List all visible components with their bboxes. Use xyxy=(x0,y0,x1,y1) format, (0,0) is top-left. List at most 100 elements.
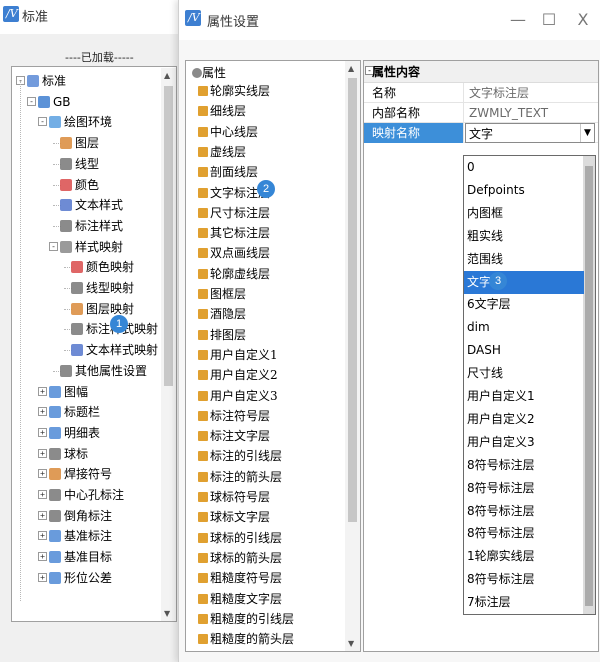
expand-toggle-icon[interactable]: + xyxy=(38,510,47,520)
layer-list-scrollbar[interactable]: ▲ ▼ xyxy=(345,61,360,651)
tree-item[interactable]: + 中心孔标注 xyxy=(12,485,160,505)
tree-item[interactable]: 文本样式映射 xyxy=(12,340,160,360)
dropdown-option[interactable]: 8符号标注层 xyxy=(464,454,584,478)
dropdown-option[interactable]: 用户自定义3 xyxy=(464,431,584,455)
tree-item[interactable]: + 形位公差 xyxy=(12,568,160,588)
scroll-down-icon[interactable]: ▼ xyxy=(348,639,354,648)
expand-toggle-icon[interactable]: + xyxy=(38,469,47,479)
tree-item-label: 线型映射 xyxy=(86,281,135,295)
standards-tree[interactable]: ▲ ▼ - 标准 - GB - 绘图环境 图层 线型 颜色文本样式标注样式 - 样式映射 颜色映射线型… xyxy=(11,66,177,622)
standards-title-bar[interactable]: /V 标准 xyxy=(0,0,192,34)
tree-item[interactable]: + 明细表 xyxy=(12,423,160,443)
tree-item[interactable]: 标注样式 xyxy=(12,216,160,236)
bom-icon xyxy=(49,426,61,439)
text-style-icon xyxy=(60,199,72,212)
dropdown-option[interactable]: DASH xyxy=(464,339,584,363)
expand-toggle-icon[interactable]: + xyxy=(38,490,47,499)
tree-item[interactable]: + 球标 xyxy=(12,444,160,464)
layer-list[interactable]: ▲ ▼ 属性 轮廓实线层 细线层 中心线层 虚线层 剖面线层 文字标注层 尺寸标注层 其它标注层… xyxy=(185,60,361,652)
layer-item-label: 粗糙度的箭头层 xyxy=(210,632,295,647)
layer-item-label: 用户自定义2 xyxy=(210,368,278,383)
tree-item[interactable]: 文本样式 xyxy=(12,195,160,215)
dropdown-scrollbar[interactable] xyxy=(583,156,595,614)
tree-item[interactable]: 线型 xyxy=(12,154,160,174)
expand-toggle-icon[interactable]: + xyxy=(38,427,47,437)
tree-item[interactable]: - 样式映射 xyxy=(12,237,160,257)
tree-item-label: 文本样式 xyxy=(75,198,124,213)
scroll-up-icon[interactable]: ▲ xyxy=(348,64,354,73)
tree-item[interactable]: + 倒角标注 xyxy=(12,506,160,526)
layer-scroll-thumb[interactable] xyxy=(348,78,357,522)
tree-item[interactable]: - 绘图环境 xyxy=(12,112,160,132)
pencil-icon xyxy=(198,167,208,178)
collapse-toggle-icon[interactable]: - xyxy=(49,241,58,251)
dropdown-option[interactable]: 尺寸线 xyxy=(464,362,584,386)
dropdown-option[interactable]: 8符号标注层 xyxy=(464,477,584,501)
tree-item[interactable]: - GB xyxy=(12,92,160,112)
tree-scroll-thumb[interactable] xyxy=(164,86,173,386)
expand-toggle-icon[interactable]: + xyxy=(38,448,47,458)
dropdown-option[interactable]: 粗实线 xyxy=(464,225,584,249)
standards-window: /V 标准 ----已加载----- ▲ ▼ - 标准 - GB - 绘图环境 图层 线型 颜色… xyxy=(0,0,192,662)
dropdown-option[interactable]: 用户自定义2 xyxy=(464,408,584,432)
expand-toggle-icon[interactable]: + xyxy=(38,386,47,396)
dropdown-option[interactable]: 8符号标注层 xyxy=(464,568,584,592)
tree-item[interactable]: + 焊接符号 xyxy=(12,464,160,484)
collapse-toggle-icon[interactable]: - xyxy=(38,117,47,127)
scroll-up-icon[interactable]: ▲ xyxy=(164,71,170,80)
tree-item[interactable]: + 图幅 xyxy=(12,382,160,402)
scroll-down-icon[interactable]: ▼ xyxy=(164,609,170,618)
collapse-toggle-icon[interactable]: - xyxy=(27,96,36,106)
mapping-dropdown-list[interactable]: 0 Defpoints 内图框 粗实线 范围线 文字 6文字层 dim DASH 尺寸线 用户自定义… xyxy=(463,155,596,615)
dropdown-option[interactable]: dim xyxy=(464,316,584,340)
dropdown-option[interactable]: 1轮廓实线层 xyxy=(464,545,584,569)
tree-item[interactable]: 颜色映射 xyxy=(12,257,160,277)
tree-item[interactable]: + 标题栏 xyxy=(12,402,160,422)
layer-icon xyxy=(60,137,72,150)
property-row-internal-name[interactable]: 内部名称 ZWMLY_TEXT xyxy=(364,103,598,123)
dropdown-option[interactable]: 用户自定义1 xyxy=(464,385,584,409)
dropdown-option[interactable]: 8符号标注层 xyxy=(464,522,584,546)
dropdown-option[interactable]: 范围线 xyxy=(464,248,584,272)
tree-item[interactable]: 其他属性设置 xyxy=(12,361,160,381)
close-icon[interactable]: X xyxy=(569,8,597,32)
gear-icon xyxy=(192,68,202,78)
expand-toggle-icon[interactable]: + xyxy=(38,531,47,541)
dropdown-option[interactable]: 内图框 xyxy=(464,202,584,226)
expand-toggle-icon[interactable]: + xyxy=(38,552,47,562)
mapping-name-combobox[interactable]: 文字 ▼ xyxy=(465,123,595,143)
layer-item-label: 球标的箭头层 xyxy=(210,550,283,565)
property-title-bar[interactable]: /V 属性设置 — ☐ X xyxy=(179,0,600,40)
property-row-name[interactable]: 名称 文字标注层 xyxy=(364,83,598,103)
property-row-mapping-name[interactable]: 映射名称 文字 ▼ xyxy=(364,123,598,143)
maximize-icon[interactable]: ☐ xyxy=(535,8,563,32)
tree-item[interactable]: 颜色 xyxy=(12,175,160,195)
book-icon xyxy=(38,95,50,108)
dropdown-option[interactable]: 0 xyxy=(464,156,584,180)
grid-icon xyxy=(49,116,61,129)
dropdown-arrow-icon[interactable]: ▼ xyxy=(580,124,594,142)
minimize-icon[interactable]: — xyxy=(504,8,532,32)
dropdown-scroll-thumb[interactable] xyxy=(585,166,593,606)
linetype-map-icon xyxy=(71,282,83,294)
tree-scrollbar[interactable]: ▲ ▼ xyxy=(161,68,176,621)
layer-item-label: 球标的引线层 xyxy=(210,530,283,545)
tree-item[interactable]: - 标准 xyxy=(12,71,160,91)
tree-item[interactable]: + 基准标注 xyxy=(12,526,160,546)
tree-item-label: 图幅 xyxy=(64,384,89,399)
property-group-header[interactable]: - 属性内容 xyxy=(364,61,598,83)
dropdown-option[interactable]: Defpoints xyxy=(464,179,584,203)
expand-toggle-icon[interactable]: + xyxy=(38,407,47,417)
tree-item[interactable]: 图层 xyxy=(12,133,160,153)
tree-item[interactable]: 图层映射 xyxy=(12,299,160,319)
tree-item[interactable]: 线型映射 xyxy=(12,278,160,298)
pencil-icon xyxy=(198,86,208,96)
tree-item[interactable]: + 基准目标 xyxy=(12,547,160,567)
expand-toggle-icon[interactable]: + xyxy=(38,572,47,582)
dropdown-option[interactable]: 8符号标注层 xyxy=(464,500,584,524)
dropdown-option[interactable]: 7标注层 xyxy=(464,591,584,614)
tree-item[interactable]: 标注样式映射 xyxy=(12,319,160,339)
tree-item-label: 标题栏 xyxy=(64,405,101,420)
dropdown-option[interactable]: 6文字层 xyxy=(464,293,584,317)
dropdown-option[interactable]: 文字 xyxy=(464,270,584,294)
